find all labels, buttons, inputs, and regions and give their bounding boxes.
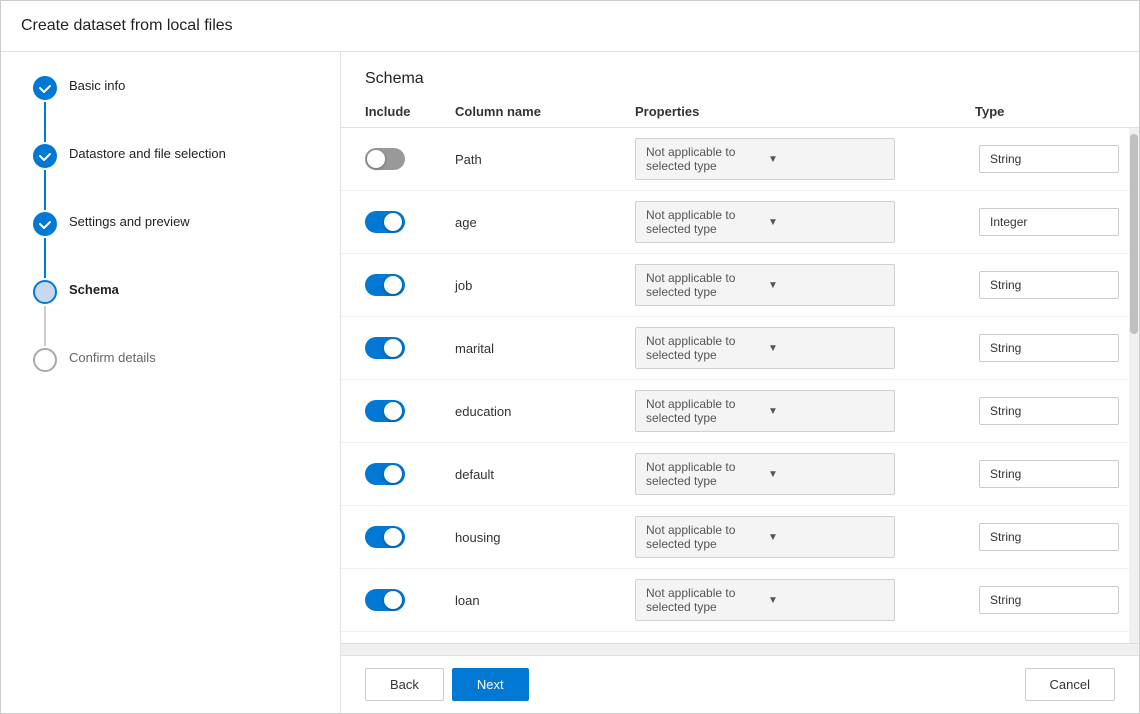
sidebar-item-settings: Settings and preview	[33, 212, 308, 280]
table-row: defaultNot applicable to selected type▼ S…	[341, 443, 1139, 506]
step-icon-basic-info	[33, 76, 57, 100]
properties-select-age[interactable]: Not applicable to selected type▼	[635, 201, 895, 243]
toggle-education[interactable]	[365, 400, 405, 422]
step-icon-settings	[33, 212, 57, 236]
col-header-properties: Properties	[635, 104, 975, 119]
table-body: PathNot applicable to selected type▼Stri…	[341, 128, 1139, 643]
properties-select-marital[interactable]: Not applicable to selected type▼	[635, 327, 895, 369]
toggle-housing[interactable]	[365, 526, 405, 548]
next-button[interactable]: Next	[452, 668, 529, 701]
col-name-marital: marital	[455, 341, 635, 356]
col-name-loan: loan	[455, 593, 635, 608]
main-panel: Schema Include Column name Properties Ty…	[341, 52, 1139, 713]
footer-right-buttons: Cancel	[1025, 668, 1115, 701]
footer: Back Next Cancel	[341, 655, 1139, 713]
chevron-down-icon: ▼	[768, 532, 884, 543]
properties-select-default[interactable]: Not applicable to selected type▼	[635, 453, 895, 495]
sidebar-item-datastore: Datastore and file selection	[33, 144, 308, 212]
properties-select-job[interactable]: Not applicable to selected type▼	[635, 264, 895, 306]
col-header-column-name: Column name	[455, 104, 635, 119]
col-name-housing: housing	[455, 530, 635, 545]
chevron-down-icon: ▼	[768, 595, 884, 606]
col-name-job: job	[455, 278, 635, 293]
cancel-button[interactable]: Cancel	[1025, 668, 1115, 701]
sidebar-item-confirm: Confirm details	[33, 348, 308, 372]
scrollbar-track[interactable]	[1129, 128, 1139, 643]
col-name-education: education	[455, 404, 635, 419]
sidebar-label-basic-info: Basic info	[69, 76, 125, 93]
sidebar-label-confirm: Confirm details	[69, 348, 156, 365]
step-icon-schema	[33, 280, 57, 304]
type-box-Path: String	[979, 145, 1119, 173]
sidebar-label-datastore: Datastore and file selection	[69, 144, 226, 161]
chevron-down-icon: ▼	[768, 469, 884, 480]
sidebar-item-basic-info: Basic info	[33, 76, 308, 144]
sidebar: Basic info Datastore and file selection	[1, 52, 341, 713]
sidebar-item-schema: Schema	[33, 280, 308, 348]
back-button[interactable]: Back	[365, 668, 444, 701]
chevron-down-icon: ▼	[768, 343, 884, 354]
col-header-include: Include	[365, 104, 455, 119]
type-box-loan: String	[979, 586, 1119, 614]
type-box-age: Integer	[979, 208, 1119, 236]
type-box-job: String	[979, 271, 1119, 299]
footer-left-buttons: Back Next	[365, 668, 529, 701]
content-area: Basic info Datastore and file selection	[1, 52, 1139, 713]
scrollbar-thumb[interactable]	[1130, 134, 1138, 334]
horizontal-scrollbar[interactable]	[341, 643, 1139, 655]
properties-select-housing[interactable]: Not applicable to selected type▼	[635, 516, 895, 558]
type-box-housing: String	[979, 523, 1119, 551]
col-name-default: default	[455, 467, 635, 482]
table-row: ageNot applicable to selected type▼ Integ…	[341, 191, 1139, 254]
col-header-type: Type	[975, 104, 1115, 119]
type-box-education: String	[979, 397, 1119, 425]
window-title: Create dataset from local files	[21, 17, 233, 34]
toggle-marital[interactable]	[365, 337, 405, 359]
properties-select-Path[interactable]: Not applicable to selected type▼	[635, 138, 895, 180]
table-row: housingNot applicable to selected type▼ S…	[341, 506, 1139, 569]
type-box-marital: String	[979, 334, 1119, 362]
chevron-down-icon: ▼	[768, 217, 884, 228]
toggle-age[interactable]	[365, 211, 405, 233]
step-icon-datastore	[33, 144, 57, 168]
toggle-default[interactable]	[365, 463, 405, 485]
step-icon-confirm	[33, 348, 57, 372]
toggle-Path[interactable]	[365, 148, 405, 170]
title-bar: Create dataset from local files	[1, 1, 1139, 52]
table-row: maritalNot applicable to selected type▼ S…	[341, 317, 1139, 380]
chevron-down-icon: ▼	[768, 280, 884, 291]
sidebar-label-schema: Schema	[69, 280, 119, 297]
window: Create dataset from local files Basic in…	[0, 0, 1140, 714]
properties-select-loan[interactable]: Not applicable to selected type▼	[635, 579, 895, 621]
col-name-age: age	[455, 215, 635, 230]
sidebar-label-settings: Settings and preview	[69, 212, 190, 229]
table-header: Include Column name Properties Type	[341, 96, 1139, 128]
table-row: jobNot applicable to selected type▼ Strin…	[341, 254, 1139, 317]
table-row: loanNot applicable to selected type▼ Stri…	[341, 569, 1139, 632]
table-row: PathNot applicable to selected type▼ Stri…	[341, 128, 1139, 191]
type-box-default: String	[979, 460, 1119, 488]
properties-select-education[interactable]: Not applicable to selected type▼	[635, 390, 895, 432]
chevron-down-icon: ▼	[768, 406, 884, 417]
toggle-loan[interactable]	[365, 589, 405, 611]
schema-title: Schema	[341, 52, 1139, 96]
chevron-down-icon: ▼	[768, 154, 884, 165]
table-row: educationNot applicable to selected type…	[341, 380, 1139, 443]
toggle-job[interactable]	[365, 274, 405, 296]
col-name-Path: Path	[455, 152, 635, 167]
